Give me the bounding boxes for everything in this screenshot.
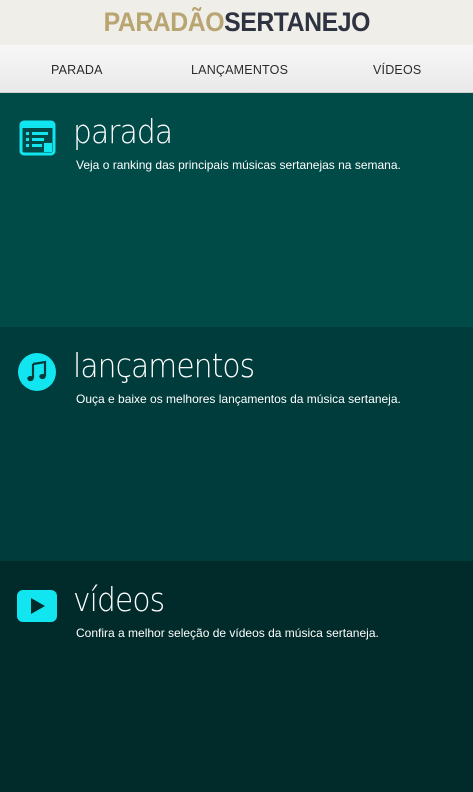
play-video-icon bbox=[17, 590, 57, 622]
nav-item-parada[interactable]: PARADA bbox=[51, 63, 103, 77]
section-title: parada bbox=[73, 112, 173, 151]
section-description: Ouça e baixe os melhores lançamentos da … bbox=[76, 392, 401, 406]
app-header: PARADÃOSERTANEJO bbox=[0, 0, 473, 45]
section-videos[interactable]: vídeos Confira a melhor seleção de vídeo… bbox=[0, 561, 473, 792]
logo-part-2: SERTANEJO bbox=[223, 7, 370, 37]
logo-part-1: PARADÃO bbox=[103, 7, 224, 37]
chart-list-icon bbox=[19, 120, 56, 156]
top-nav: PARADA LANÇAMENTOS VÍDEOS bbox=[0, 45, 473, 93]
section-description: Confira a melhor seleção de vídeos da mú… bbox=[76, 626, 379, 640]
brand-logo[interactable]: PARADÃOSERTANEJO bbox=[103, 7, 370, 37]
section-lancamentos[interactable]: lançamentos Ouça e baixe os melhores lan… bbox=[0, 327, 473, 561]
section-title: lançamentos bbox=[73, 346, 255, 385]
nav-item-videos[interactable]: VÍDEOS bbox=[373, 63, 421, 77]
section-parada[interactable]: parada Veja o ranking das principais mús… bbox=[0, 93, 473, 327]
section-description: Veja o ranking das principais músicas se… bbox=[76, 158, 401, 172]
nav-item-lancamentos[interactable]: LANÇAMENTOS bbox=[191, 63, 288, 77]
music-note-icon bbox=[18, 353, 56, 391]
section-title: vídeos bbox=[73, 580, 165, 619]
